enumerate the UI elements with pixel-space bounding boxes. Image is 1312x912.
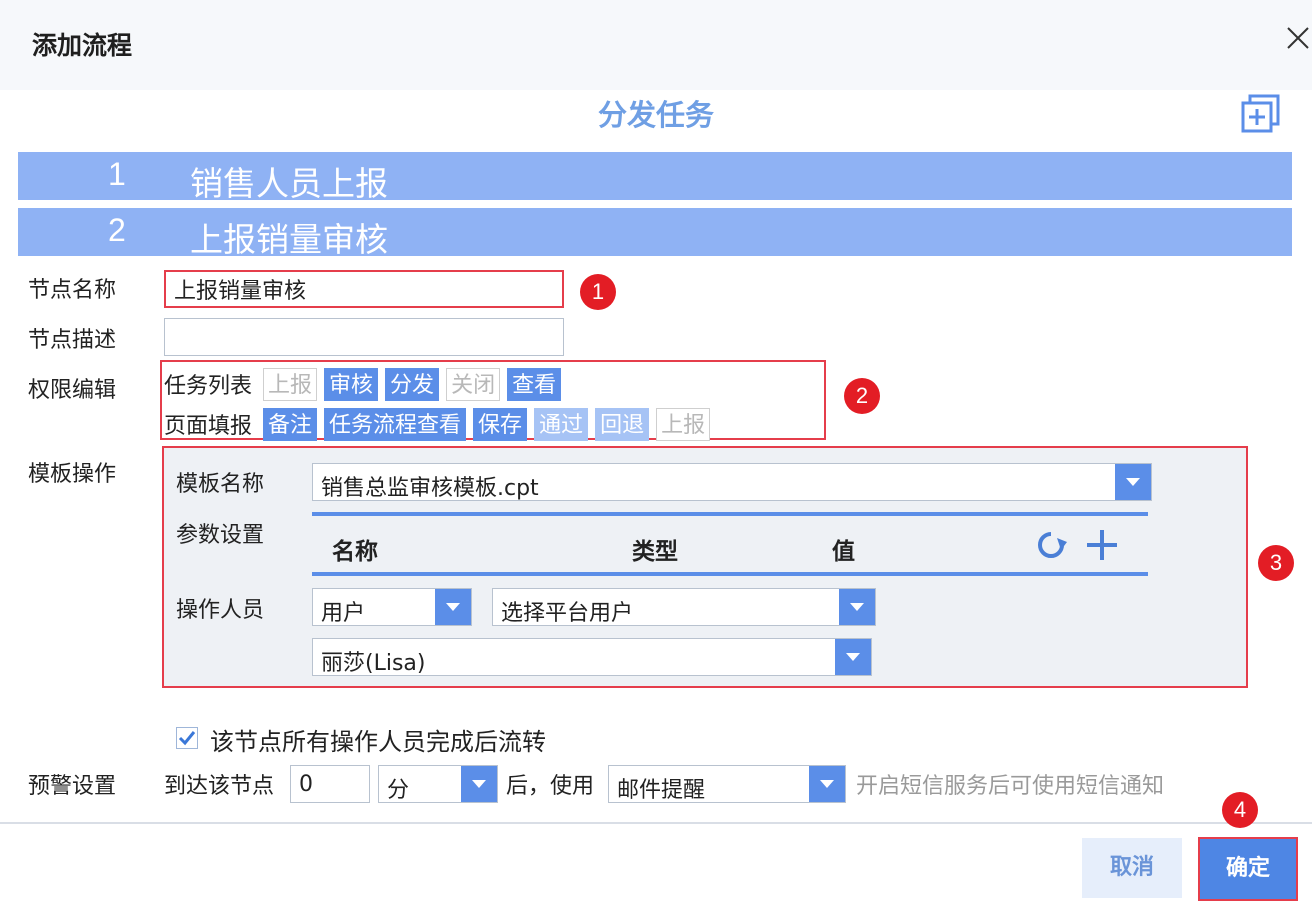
refresh-icon[interactable] [1034,528,1068,562]
step-number: 1 [108,156,126,192]
close-icon[interactable] [1278,24,1312,64]
perm-tag[interactable]: 分发 [385,367,440,401]
add-icon[interactable] [1084,528,1120,562]
step-item[interactable]: 1 销售人员上报 [18,152,1292,203]
operator-user-select[interactable]: 丽莎(Lisa) [312,638,872,676]
node-name-input[interactable] [164,270,564,308]
params-table-bottom-border [312,572,1148,576]
operator-source-select[interactable]: 选择平台用户 [492,588,876,626]
footer-divider [0,822,1312,824]
page-fill-label: 页面填报 [164,414,253,439]
perm-tag[interactable]: 审核 [324,367,379,401]
step-item[interactable]: 2 上报销量审核 [18,208,1292,259]
template-name-label: 模板名称 [176,472,265,497]
chevron-down-icon[interactable] [809,766,845,802]
warning-method-select[interactable]: 邮件提醒 [608,765,846,803]
auto-flow-checkbox[interactable] [176,727,198,749]
operator-source-value: 选择平台用户 [501,601,634,626]
marker-1: 1 [580,274,616,310]
chevron-down-icon[interactable] [435,589,471,625]
perm-tag[interactable]: 任务流程查看 [324,407,467,441]
operator-type-value: 用户 [321,601,366,626]
marker-4: 4 [1222,792,1258,828]
chevron-down-icon[interactable] [835,639,871,675]
auto-flow-label: 该节点所有操作人员完成后流转 [210,728,546,756]
params-table-top-border [312,512,1148,516]
warning-method-value: 邮件提醒 [617,778,706,803]
perm-tag[interactable]: 备注 [263,407,318,441]
step-name: 销售人员上报 [190,164,388,203]
perm-tag[interactable]: 通过 [534,407,589,441]
permissions-box: 任务列表 上报 审核 分发 关闭 查看 页面填报 备注 任务流程查看 保存 通过… [160,360,826,441]
warning-label: 预警设置 [28,774,117,799]
chevron-down-icon[interactable] [461,766,497,802]
params-col-name: 名称 [332,539,378,565]
perm-tag[interactable]: 回退 [595,407,650,441]
perm-tag[interactable]: 查看 [507,367,562,401]
warning-unit-select[interactable]: 分 [378,765,498,803]
step-name: 上报销量审核 [190,220,388,259]
cancel-button[interactable]: 取消 [1082,838,1182,898]
perm-tag[interactable]: 上报 [263,367,318,401]
operator-label: 操作人员 [176,598,265,623]
warning-amount-input[interactable] [290,765,370,803]
params-col-value: 值 [832,539,855,565]
task-list-label: 任务列表 [164,374,253,399]
template-label: 模板操作 [28,462,117,487]
add-step-icon[interactable] [1240,94,1284,133]
template-select[interactable]: 销售总监审核模板.cpt [312,463,1152,501]
dialog-title: 添加流程 [32,31,133,60]
params-col-type: 类型 [632,539,678,565]
chevron-down-icon[interactable] [839,589,875,625]
perm-tag[interactable]: 上报 [656,407,711,441]
operator-type-select[interactable]: 用户 [312,588,472,626]
dialog-header [0,0,1312,90]
marker-2: 2 [844,378,880,414]
perm-tag[interactable]: 保存 [473,407,528,441]
node-desc-label: 节点描述 [28,328,117,353]
warning-unit-value: 分 [387,778,410,803]
node-name-label: 节点名称 [28,278,117,303]
permissions-label: 权限编辑 [28,378,117,403]
marker-3: 3 [1258,545,1294,581]
step-number: 2 [108,212,126,248]
flow-title: 分发任务 [597,98,714,132]
warning-mid: 后，使用 [506,774,595,799]
params-label: 参数设置 [176,523,265,548]
node-desc-input[interactable] [164,318,564,356]
warning-hint: 开启短信服务后可使用短信通知 [856,774,1165,799]
chevron-down-icon[interactable] [1115,464,1151,500]
operator-user-value: 丽莎(Lisa) [321,651,426,676]
confirm-button[interactable]: 确定 [1200,839,1296,899]
warning-prefix: 到达该节点 [164,774,275,799]
template-select-value: 销售总监审核模板.cpt [321,476,539,501]
perm-tag[interactable]: 关闭 [446,367,501,401]
